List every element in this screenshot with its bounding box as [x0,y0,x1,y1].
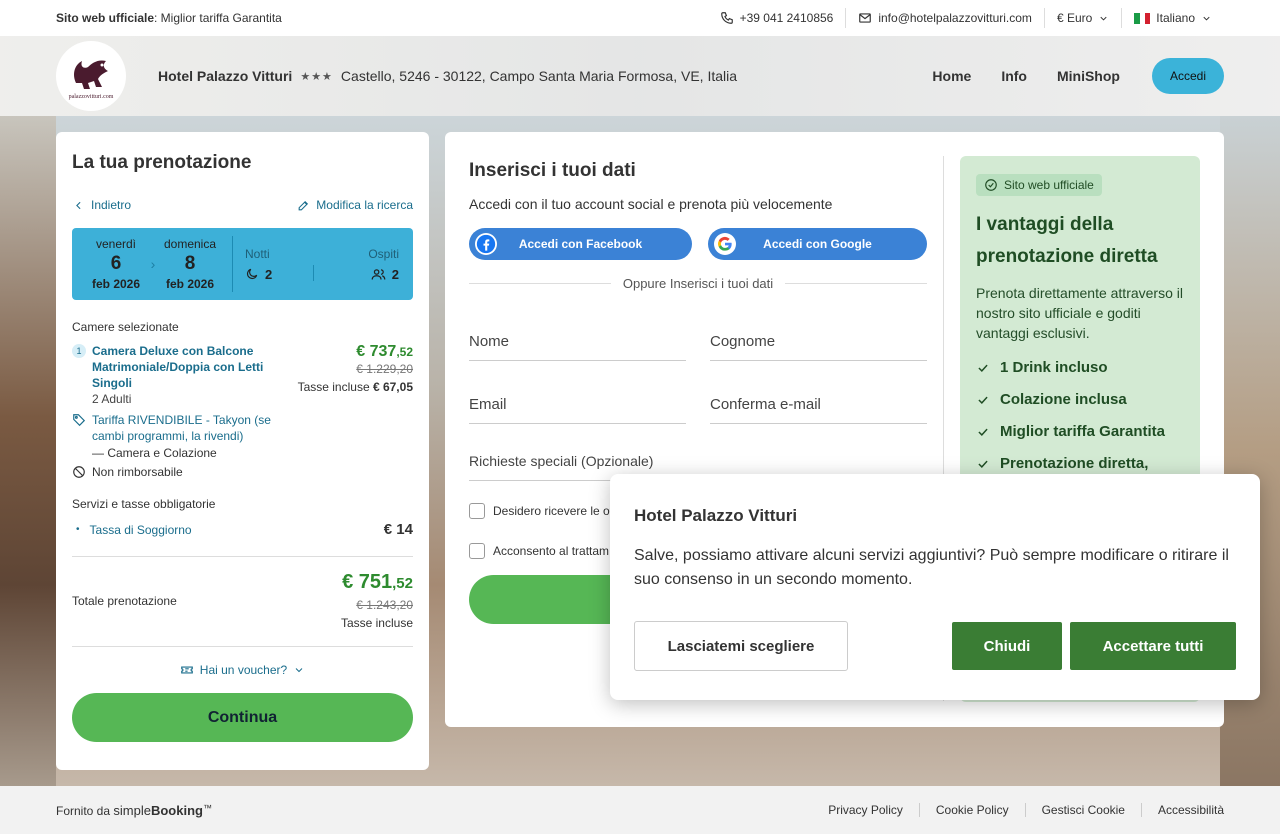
tag-icon [73,414,86,427]
moon-icon [247,268,258,279]
or-divider: Oppure Inserisci i tuoi dati [469,276,928,291]
nav-minishop[interactable]: MiniShop [1057,68,1120,84]
check-icon [978,364,988,372]
manage-cookies-link[interactable]: Gestisci Cookie [1024,803,1141,817]
hotel-logo[interactable]: palazzovitturi.com [56,41,126,111]
email-link[interactable]: info@hotelpalazzovitturi.com [845,8,1044,28]
form-subtitle: Accedi con il tuo account social e preno… [469,196,833,212]
phone-icon [720,12,733,24]
privacy-policy-link[interactable]: Privacy Policy [812,803,919,817]
booking-title: La tua prenotazione [72,152,252,173]
room-price: € 737,52 € 1.229,20 Tasse incluse € 67,0… [297,343,413,394]
selected-rooms-title: Camere selezionate [72,320,179,334]
check-icon [978,396,988,404]
benefit-item: Miglior tariffa Garantita [976,423,1184,441]
griffin-logo-icon [74,59,108,89]
city-tax-row: • Tassa di Soggiorno € 14 [76,521,413,538]
first-name-field[interactable]: Nome [469,331,686,361]
checkin-date: venerdì 6 feb 2026 [91,237,141,291]
check-badge-icon [985,179,997,191]
nav-info[interactable]: Info [1001,68,1027,84]
google-icon [714,233,736,255]
services-title: Servizi e tasse obbligatorie [72,497,216,511]
nights-count: Notti 2 [245,246,273,282]
ticket-icon [180,666,193,674]
form-title: Inserisci i tuoi dati [469,160,636,181]
stay-dates-panel[interactable]: venerdì 6 feb 2026 › domenica 8 feb 2026… [72,228,413,300]
benefit-item: 1 Drink incluso [976,359,1184,377]
nav-home[interactable]: Home [932,68,971,84]
checkbox-icon[interactable] [469,503,485,519]
language-select[interactable]: Italiano [1121,8,1224,28]
booking-summary: La tua prenotazione Indietro Modifica la… [56,132,429,770]
benefits-title: I vantaggi della prenotazione diretta [976,214,1158,267]
confirm-email-field[interactable]: Conferma e-mail [710,394,927,424]
italy-flag-icon [1134,12,1151,24]
continue-button[interactable]: Continua [72,693,413,742]
checkbox-icon[interactable] [469,543,485,559]
modify-search-link[interactable]: Modifica la ricerca [297,198,413,212]
board-type: — Camera e Colazione [92,446,217,460]
login-button[interactable]: Accedi [1151,58,1224,94]
room-adults: 2 Adulti [92,392,132,406]
hotel-name: Hotel Palazzo Vitturi [158,68,293,84]
tariff-name-link[interactable]: Tariffa RIVENDIBILE - Takyon (se cambi p… [92,412,292,444]
benefit-item: Prenotazione diretta, [976,455,1184,473]
pencil-icon [298,200,309,210]
cookie-text: Salve, possiamo attivare alcuni servizi … [634,547,1229,588]
chevron-right-icon: › [150,256,156,272]
back-link[interactable]: Indietro [72,198,131,212]
check-icon [978,428,988,436]
cookie-policy-link[interactable]: Cookie Policy [918,803,1025,817]
chevron-left-icon [76,201,81,209]
last-name-field[interactable]: Cognome [710,331,927,361]
phone-link[interactable]: +39 041 2410856 [708,8,846,28]
bullet-icon: • [76,524,80,535]
site-header: palazzovitturi.com Hotel Palazzo Vitturi… [0,36,1280,116]
facebook-icon [475,233,497,255]
no-refund-icon [73,466,85,478]
chevron-down-icon [1100,16,1107,21]
facebook-login-button[interactable]: Accedi con Facebook [469,228,692,260]
top-bar: Sito web ufficiale: Miglior tariffa Gara… [0,0,1280,36]
room-name-link[interactable]: Camera Deluxe con Balcone Matrimoniale/D… [92,343,282,391]
site-footer: Fornito da simpleBooking™ Privacy Policy… [0,786,1280,834]
let-me-choose-button[interactable]: Lasciatemi scegliere [634,621,848,671]
chevron-down-icon [1203,16,1210,21]
hotel-stars: ★★★ [300,70,333,83]
currency-select[interactable]: € Euro [1043,8,1121,28]
benefits-description: Prenota direttamente attraverso il nostr… [976,285,1183,341]
close-button[interactable]: Chiudi [952,622,1062,670]
voucher-toggle[interactable]: Hai un voucher? [72,663,413,677]
cookie-title: Hotel Palazzo Vitturi [634,506,798,525]
cookie-consent-dialog: Hotel Palazzo Vitturi Salve, possiamo at… [610,474,1260,700]
room-item: 1 Camera Deluxe con Balcone Matrimoniale… [72,343,413,406]
hotel-address: Castello, 5246 - 30122, Campo Santa Mari… [340,68,738,84]
users-icon [371,268,386,280]
official-site-notice: Sito web ufficiale: Miglior tariffa Gara… [56,11,282,25]
checkout-date: domenica 8 feb 2026 [163,237,217,291]
official-site-badge: Sito web ufficiale [976,174,1102,196]
mail-icon [859,13,872,23]
refund-policy: Non rimborsabile [72,465,413,479]
tariff-item: Tariffa RIVENDIBILE - Takyon (se cambi p… [72,412,413,444]
accessibility-link[interactable]: Accessibilità [1140,803,1224,817]
chevron-down-icon [295,668,303,673]
benefit-item: Colazione inclusa [976,391,1184,409]
powered-by[interactable]: Fornito da simpleBooking™ [56,803,212,818]
guests-count: Ospiti 2 [368,246,399,282]
total-row: Totale prenotazione € 751,52 € 1.243,20 … [72,571,413,630]
main-nav: Home Info MiniShop Accedi [932,58,1224,94]
google-login-button[interactable]: Accedi con Google [708,228,927,260]
room-index-badge: 1 [72,344,86,358]
check-icon [978,460,988,468]
accept-all-button[interactable]: Accettare tutti [1070,622,1236,670]
email-field[interactable]: Email [469,394,686,424]
